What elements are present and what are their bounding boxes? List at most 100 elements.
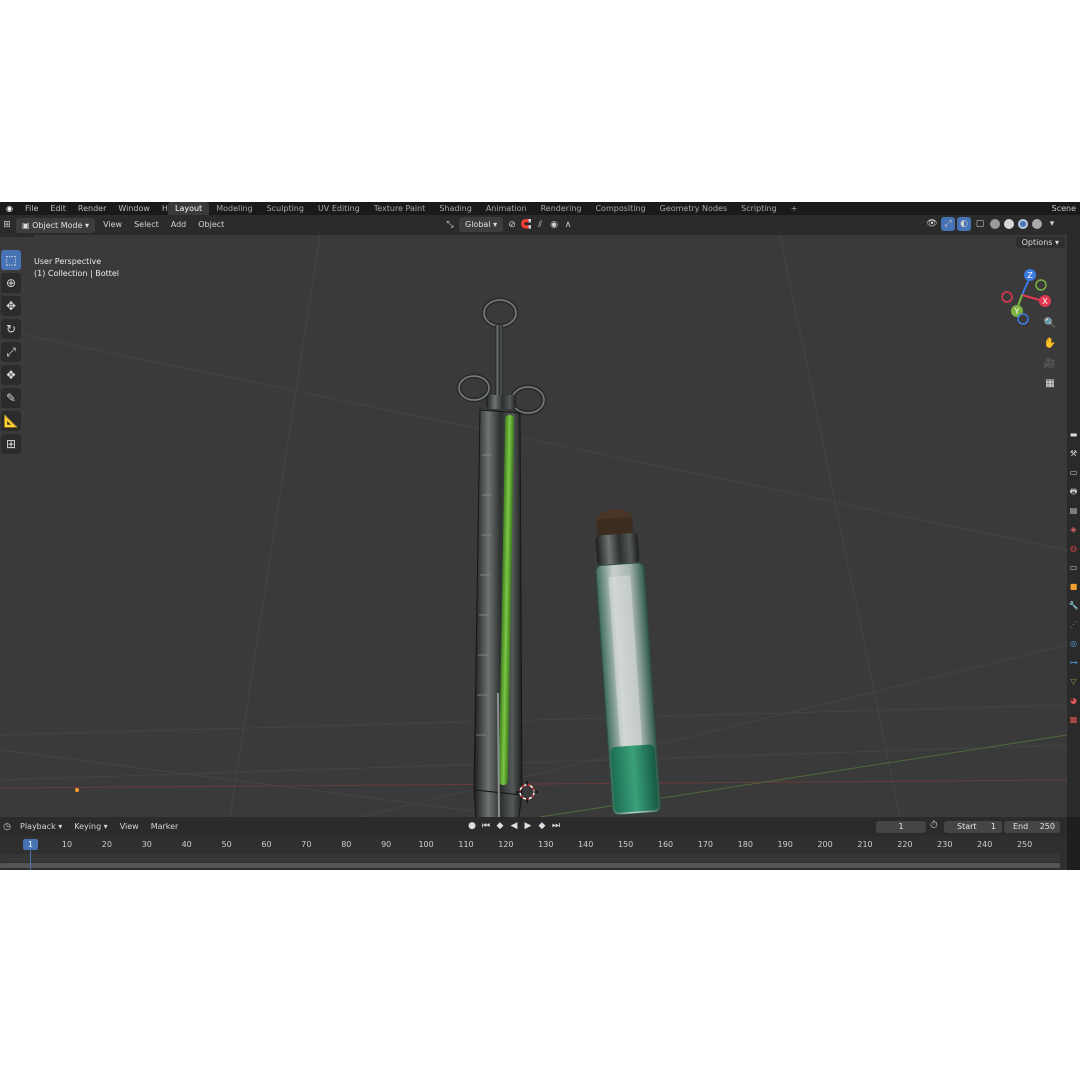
mode-dropdown[interactable]: ▣ Object Mode ▾ [16, 217, 96, 233]
ruler-tick-label: 130 [538, 840, 554, 849]
tab-shading[interactable]: Shading [432, 202, 479, 215]
rotate-icon[interactable]: ↻ [1, 319, 21, 339]
start-frame-field[interactable]: Start 1 [944, 821, 1002, 833]
select-mode-icons[interactable]: ▦▦▦▦ [0, 235, 34, 237]
3d-viewport[interactable]: User Perspective (1) Collection | Bottel… [0, 235, 1067, 817]
falloff-icon[interactable]: ∧ [561, 218, 575, 232]
cursor-icon[interactable]: ⊕ [1, 273, 21, 293]
editor-type-icon[interactable]: ⊞ [0, 218, 14, 232]
tab-animation[interactable]: Animation [479, 202, 534, 215]
tab-rendering[interactable]: Rendering [534, 202, 589, 215]
pan-hand-icon[interactable]: ✋ [1041, 335, 1059, 353]
xray-icon[interactable]: ▢ [973, 217, 987, 231]
add-cube-icon[interactable]: ⊞ [1, 434, 21, 454]
tab-layout[interactable]: Layout [168, 202, 210, 215]
move-icon[interactable]: ✥ [1, 296, 21, 316]
physics-icon[interactable]: ◎ [1067, 634, 1080, 653]
record-icon[interactable]: ● [466, 820, 478, 832]
menu-render[interactable]: Render [72, 202, 112, 215]
snap-target-icon[interactable]: ⫽ [533, 218, 547, 232]
tab-scripting[interactable]: Scripting [734, 202, 784, 215]
scene-props-icon[interactable]: ◈ [1067, 520, 1080, 539]
add-workspace-button[interactable]: + [784, 202, 805, 215]
menu-select[interactable]: Select [128, 217, 165, 233]
properties-toggle-icon[interactable]: ▬ [1067, 425, 1080, 444]
tab-geometry-nodes[interactable]: Geometry Nodes [653, 202, 734, 215]
tab-compositing[interactable]: Compositing [588, 202, 652, 215]
vial-model[interactable] [592, 508, 661, 816]
transform-orientation-dropdown[interactable]: Global ▾ [459, 217, 504, 232]
transform-controls: ⤡ Global ▾ ⊘ 🧲 ⫽ ◉ ∧ [443, 217, 575, 232]
material-shading-icon[interactable] [1018, 219, 1028, 229]
annotate-icon[interactable]: ✎ [1, 388, 21, 408]
light-origin-point[interactable] [75, 788, 79, 792]
zoom-icon[interactable]: 🔍 [1041, 315, 1059, 333]
proportional-edit-icon[interactable]: ◉ [547, 218, 561, 232]
menu-file[interactable]: File [19, 202, 44, 215]
jump-end-icon[interactable]: ⏭ [550, 820, 562, 832]
menu-object[interactable]: Object [192, 217, 230, 233]
transform-icon[interactable]: ❖ [1, 365, 21, 385]
view-layer-icon[interactable]: ▤ [1067, 501, 1080, 520]
select-box-icon[interactable]: ⬚ [1, 250, 21, 270]
overlays-icon[interactable]: ◐ [957, 217, 971, 231]
jump-start-icon[interactable]: ⏮ [480, 820, 492, 832]
ruler-tick-label: 40 [181, 840, 192, 849]
solid-shading-icon[interactable] [1004, 219, 1014, 229]
blender-logo-icon[interactable]: ◉ [0, 202, 19, 215]
menu-view[interactable]: View [97, 217, 128, 233]
wireframe-shading-icon[interactable] [990, 219, 1000, 229]
scale-icon[interactable]: ⤢ [1, 342, 21, 362]
particles-icon[interactable]: ⋰ [1067, 615, 1080, 634]
timeline-editor-icon[interactable]: ◷ [0, 820, 14, 834]
constraints-icon[interactable]: ⊶ [1067, 653, 1080, 672]
pivot-icon[interactable]: ⊘ [505, 218, 519, 232]
camera-view-icon[interactable]: 🎥 [1041, 355, 1059, 373]
gizmo-neg-y[interactable] [1035, 279, 1047, 291]
menu-timeline-view[interactable]: View [114, 819, 145, 835]
play-icon[interactable]: ▶ [522, 820, 534, 832]
play-reverse-icon[interactable]: ◀ [508, 820, 520, 832]
menu-playback[interactable]: Playback ▾ [14, 819, 68, 835]
syringe-model[interactable] [456, 297, 547, 817]
current-frame-field[interactable]: 1 [876, 821, 926, 833]
scene-selector[interactable]: Scene [1052, 202, 1076, 215]
tab-uv-editing[interactable]: UV Editing [311, 202, 367, 215]
stopwatch-icon[interactable]: ⏱ [930, 820, 938, 831]
world-props-icon[interactable]: ◍ [1067, 539, 1080, 558]
render-props-icon[interactable]: ▭ [1067, 463, 1080, 482]
end-frame-field[interactable]: End 250 [1004, 821, 1060, 833]
options-dropdown[interactable]: Options ▾ [1015, 237, 1065, 248]
collection-props-icon[interactable]: ▭ [1067, 558, 1080, 577]
playhead-line[interactable] [30, 850, 31, 870]
snap-icon[interactable]: 🧲 [519, 218, 533, 232]
shading-options-icon[interactable]: ▾ [1045, 217, 1059, 231]
measure-icon[interactable]: 📐 [1, 411, 21, 431]
material-icon[interactable]: ◕ [1067, 691, 1080, 710]
timeline-scrollbar[interactable] [0, 863, 1060, 868]
next-keyframe-icon[interactable]: ◆ [536, 820, 548, 832]
tab-texture-paint[interactable]: Texture Paint [367, 202, 433, 215]
gizmo-toggle-icon[interactable]: ⤢ [941, 217, 955, 231]
tab-modeling[interactable]: Modeling [209, 202, 259, 215]
gizmo-neg-z[interactable] [1017, 313, 1029, 325]
timeline-area[interactable]: 1 10 20 30 40 50 60 70 80 90 100 110 120 130 140 150 160… [0, 836, 1067, 870]
menu-add[interactable]: Add [165, 217, 193, 233]
output-props-icon[interactable]: 🖶 [1067, 482, 1080, 501]
prev-keyframe-icon[interactable]: ◆ [494, 820, 506, 832]
rendered-shading-icon[interactable] [1032, 219, 1042, 229]
texture-icon[interactable]: ▩ [1067, 710, 1080, 729]
visibility-icon[interactable]: 👁 [925, 217, 939, 231]
object-props-icon[interactable]: ■ [1067, 577, 1080, 596]
tab-sculpting[interactable]: Sculpting [260, 202, 311, 215]
menu-keying[interactable]: Keying ▾ [68, 819, 113, 835]
tool-props-icon[interactable]: ⚒ [1067, 444, 1080, 463]
object-data-icon[interactable]: ▽ [1067, 672, 1080, 691]
current-frame-marker[interactable]: 1 [23, 839, 38, 850]
menu-marker[interactable]: Marker [145, 819, 185, 835]
gizmo-neg-x[interactable] [1001, 291, 1013, 303]
menu-window[interactable]: Window [112, 202, 156, 215]
modifier-props-icon[interactable]: 🔧 [1067, 596, 1080, 615]
menu-edit[interactable]: Edit [44, 202, 72, 215]
perspective-grid-icon[interactable]: ▦ [1041, 375, 1059, 393]
